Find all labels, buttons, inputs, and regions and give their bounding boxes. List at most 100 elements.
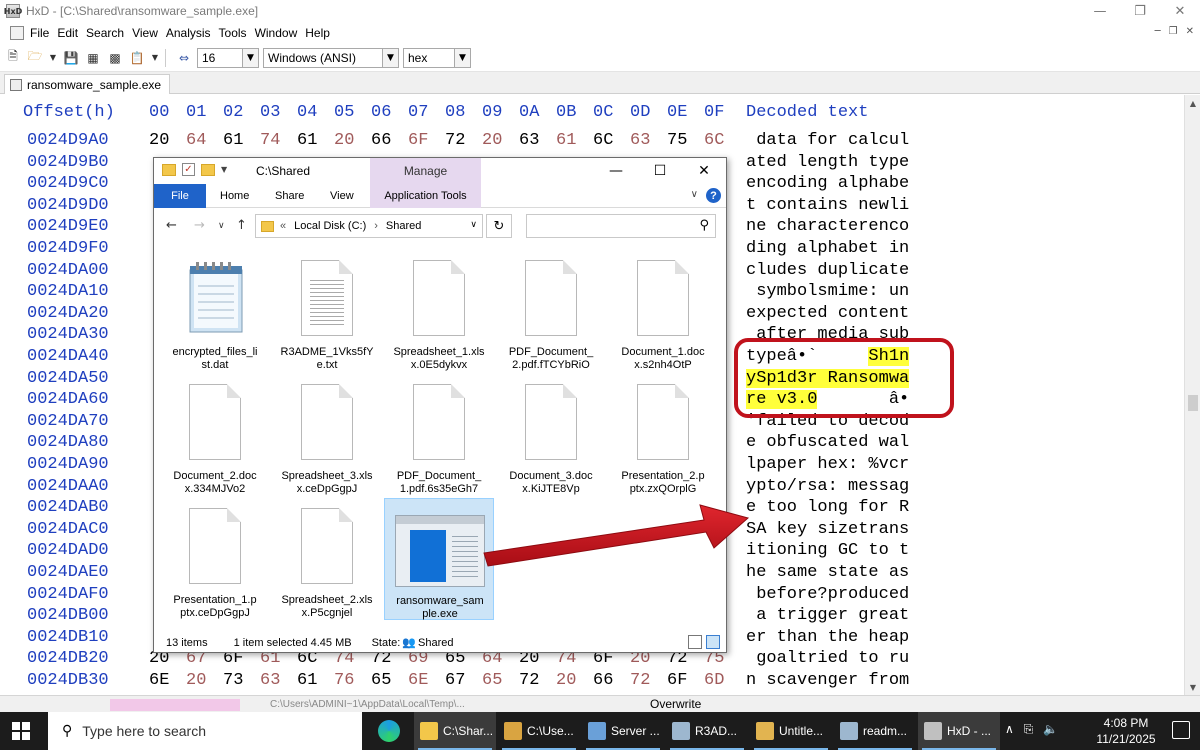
taskbar-item[interactable]: C:\Use... <box>498 712 580 750</box>
decoded-text[interactable]: n scavenger from <box>746 671 909 690</box>
hex-byte[interactable]: 63 <box>260 671 280 690</box>
mdi-close-icon[interactable]: ✕ <box>1186 26 1194 37</box>
restore-button[interactable]: ❐ <box>1120 0 1160 22</box>
file-item[interactable]: Document_2.doc x.334MJVo2 <box>160 374 270 496</box>
minimize-button[interactable]: — <box>1080 0 1120 22</box>
address-bar[interactable]: « Local Disk (C:) › Shared ∨ <box>255 214 483 238</box>
forward-arrow-icon[interactable]: → <box>194 218 205 233</box>
hex-byte[interactable]: 61 <box>556 131 576 150</box>
hex-byte[interactable]: 75 <box>667 131 687 150</box>
taskbar-search-input[interactable]: ⚲ Type here to search <box>48 712 362 750</box>
file-item[interactable]: Presentation_1.p ptx.ceDpGgpJ <box>160 498 270 620</box>
details-view-icon[interactable] <box>688 635 702 649</box>
close-button[interactable]: ✕ <box>1160 0 1200 22</box>
decoded-text[interactable]: itioning GC to t <box>746 541 909 560</box>
menu-file[interactable]: File <box>30 26 57 40</box>
taskbar-item[interactable]: C:\Shar... <box>414 712 496 750</box>
properties-icon[interactable]: ✓ <box>182 163 195 176</box>
hex-byte[interactable]: 72 <box>519 671 539 690</box>
hex-byte[interactable]: 6D <box>704 671 724 690</box>
hex-byte[interactable]: 6F <box>408 131 428 150</box>
decoded-text[interactable]: he same state as <box>746 563 909 582</box>
decoded-text[interactable]: cludes duplicate <box>746 261 909 280</box>
decoded-text[interactable]: SA key sizetrans <box>746 520 909 539</box>
decoded-text[interactable]: encoding alphabe <box>746 174 909 193</box>
decoded-text[interactable]: expected content <box>746 304 909 323</box>
file-item[interactable]: Document_3.doc x.KiJTE8Vp <box>496 374 606 496</box>
clipboard-icon[interactable]: 📋 <box>128 49 146 67</box>
taskbar-clock[interactable]: 4:08 PM 11/21/2025 <box>1086 715 1166 747</box>
hex-byte[interactable]: 72 <box>630 671 650 690</box>
menu-tools[interactable]: Tools <box>219 26 255 40</box>
menu-edit[interactable]: Edit <box>57 26 86 40</box>
file-item[interactable]: R3ADME_1Vks5fY e.txt <box>272 250 382 372</box>
open-disk-icon[interactable]: ▦ <box>84 49 102 67</box>
hex-byte[interactable]: 20 <box>149 131 169 150</box>
menu-help[interactable]: Help <box>305 26 338 40</box>
dropdown-arrow-icon[interactable]: ▼ <box>150 49 160 67</box>
open-ram-icon[interactable]: ▩ <box>106 49 124 67</box>
menu-search[interactable]: Search <box>86 26 132 40</box>
menu-window[interactable]: Window <box>255 26 306 40</box>
hex-byte[interactable]: 64 <box>186 131 206 150</box>
ribbon-tab-application-tools[interactable]: Application Tools <box>370 184 481 208</box>
manage-tab[interactable]: Manage <box>370 158 481 184</box>
decoded-text[interactable]: data for calcul <box>746 131 909 150</box>
show-hidden-icons-icon[interactable]: ∧ <box>1005 722 1014 737</box>
chevron-down-icon[interactable]: ▼ <box>454 48 470 67</box>
refresh-icon[interactable]: ↻ <box>486 214 512 238</box>
scroll-up-icon[interactable]: ▲ <box>1185 95 1200 111</box>
document-tab[interactable]: ransomware_sample.exe <box>4 74 171 94</box>
explorer-close-button[interactable]: ✕ <box>682 158 726 184</box>
hex-byte[interactable]: 61 <box>297 671 317 690</box>
hex-byte[interactable]: 76 <box>334 671 354 690</box>
chevron-down-icon[interactable]: ∨ <box>470 220 477 230</box>
file-item[interactable]: encrypted_files_li st.dat <box>160 250 270 372</box>
decoded-text[interactable]: e obfuscated wal <box>746 433 909 452</box>
breadcrumb-local-disk[interactable]: Local Disk (C:) <box>294 220 366 232</box>
dropdown-arrow-icon[interactable]: ▼ <box>48 49 58 67</box>
hex-byte[interactable]: 73 <box>223 671 243 690</box>
bytes-per-row-select[interactable]: 16 ▼ <box>197 47 259 68</box>
hex-byte[interactable]: 63 <box>519 131 539 150</box>
charset-select[interactable]: Windows (ANSI) ▼ <box>263 47 399 68</box>
open-folder-icon[interactable]: 🗁 <box>26 49 44 67</box>
large-icons-view-icon[interactable] <box>706 635 720 649</box>
hex-byte[interactable]: 67 <box>445 671 465 690</box>
up-arrow-icon[interactable]: ↑ <box>236 218 247 233</box>
hex-byte[interactable]: 6C <box>704 131 724 150</box>
offset-base-select[interactable]: hex ▼ <box>403 47 471 68</box>
decoded-text[interactable]: goaltried to ru <box>746 649 909 668</box>
address-overflow[interactable]: « <box>280 220 286 232</box>
back-arrow-icon[interactable]: ← <box>166 218 177 233</box>
ribbon-tab-view[interactable]: View <box>330 184 354 208</box>
mdi-restore-icon[interactable]: ❐ <box>1169 26 1178 37</box>
menu-analysis[interactable]: Analysis <box>166 26 219 40</box>
hex-byte[interactable]: 20 <box>186 671 206 690</box>
hex-byte[interactable]: 74 <box>260 131 280 150</box>
file-item[interactable]: PDF_Document_ 2.pdf.fTCYbRiO <box>496 250 606 372</box>
save-icon[interactable]: 💾 <box>62 49 80 67</box>
ribbon-tab-file[interactable]: File <box>154 184 206 208</box>
scroll-down-icon[interactable]: ▼ <box>1185 679 1200 695</box>
file-item[interactable]: Spreadsheet_3.xls x.ceDpGgpJ <box>272 374 382 496</box>
breadcrumb-shared[interactable]: Shared <box>386 220 421 232</box>
decoded-text[interactable]: symbolsmime: un <box>746 282 909 301</box>
file-item[interactable]: PDF_Document_ 1.pdf.6s35eGh7 <box>384 374 494 496</box>
file-item[interactable]: Spreadsheet_2.xls x.P5cgnjel <box>272 498 382 620</box>
new-folder-icon[interactable] <box>201 163 215 176</box>
hex-byte[interactable]: 63 <box>630 131 650 150</box>
hex-byte[interactable]: 65 <box>371 671 391 690</box>
taskbar-item[interactable]: HxD - ... <box>918 712 1000 750</box>
hex-byte[interactable]: 20 <box>556 671 576 690</box>
new-file-icon[interactable]: 🗎 <box>4 49 22 67</box>
hex-byte[interactable]: 20 <box>482 131 502 150</box>
decoded-text[interactable]: lpaper hex: %vcr <box>746 455 909 474</box>
file-item[interactable]: ransomware_sam ple.exe <box>384 498 494 620</box>
taskbar-item[interactable]: Server ... <box>582 712 664 750</box>
recent-locations-icon[interactable]: ∨ <box>218 221 225 231</box>
hex-byte[interactable]: 61 <box>223 131 243 150</box>
volume-icon[interactable]: 🔈 <box>1043 722 1058 737</box>
taskbar-item[interactable]: readm... <box>834 712 916 750</box>
hex-byte[interactable]: 6C <box>593 131 613 150</box>
